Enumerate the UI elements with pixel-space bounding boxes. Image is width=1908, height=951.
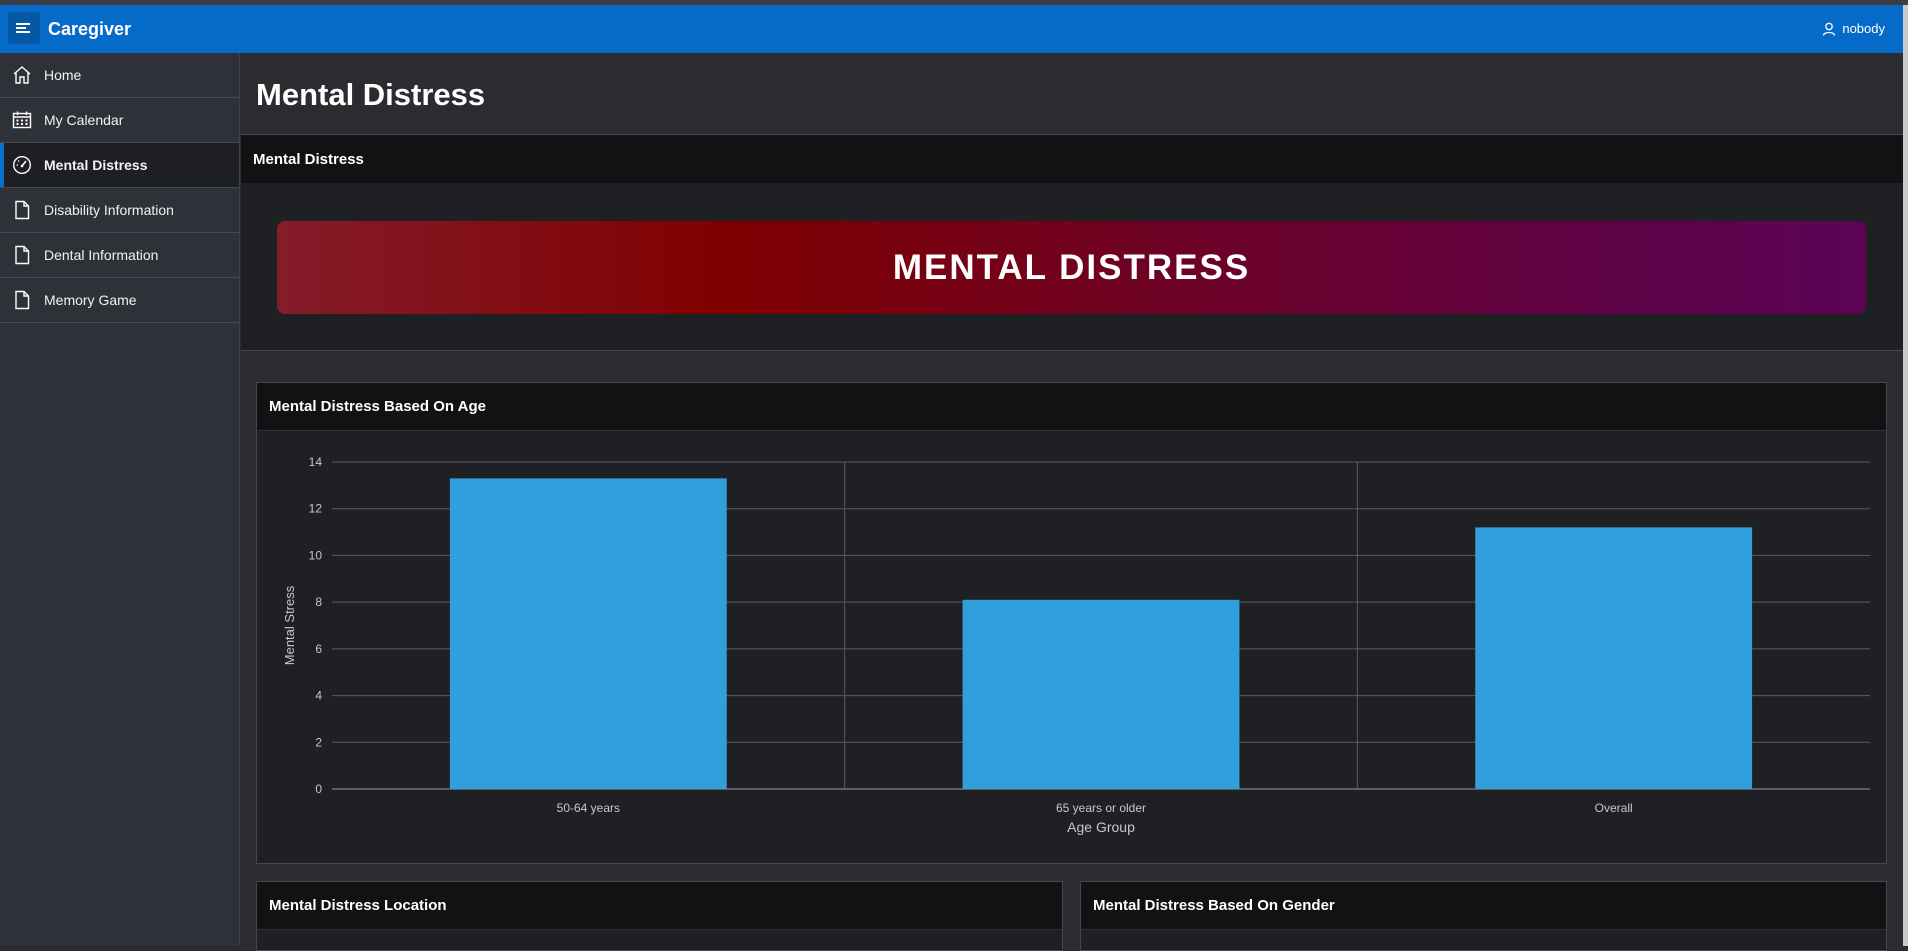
bar-65-years-or-older	[962, 599, 1240, 789]
page-scrollbar[interactable]	[1903, 5, 1908, 946]
sidebar-nav: Home My Calendar Mental Distress Disabil…	[0, 53, 240, 946]
file-icon	[12, 200, 32, 220]
home-icon	[12, 65, 32, 85]
sidebar-item-label: Mental Distress	[44, 157, 148, 173]
app-header: Caregiver nobody	[0, 5, 1903, 53]
sidebar-item-disability-information[interactable]: Disability Information	[0, 188, 239, 233]
y-tick-label: 8	[315, 595, 322, 609]
y-tick-label: 6	[315, 642, 322, 656]
file-icon	[12, 245, 32, 265]
gender-card-title: Mental Distress Based On Gender	[1081, 882, 1886, 930]
location-card: Mental Distress Location	[256, 881, 1063, 951]
region-title: Mental Distress	[241, 135, 1903, 183]
hero-region: Mental Distress MENTAL DISTRESS	[241, 134, 1903, 351]
x-tick-label: Overall	[1595, 801, 1633, 815]
menu-toggle-button[interactable]	[8, 12, 40, 44]
y-tick-label: 2	[315, 735, 322, 749]
sidebar-item-dental-information[interactable]: Dental Information	[0, 233, 239, 278]
bar-50-64-years	[449, 478, 727, 789]
sidebar-item-label: Home	[44, 67, 82, 83]
sidebar-item-label: Dental Information	[44, 247, 159, 263]
main-content: Mental Distress Mental Distress MENTAL D…	[241, 53, 1903, 951]
sidebar-item-label: Memory Game	[44, 292, 137, 308]
y-axis-title: Mental Stress	[282, 585, 297, 665]
age-bar-chart: 0 2 4 6 8 10 12 14 50-64 years 65 years or older O…	[282, 455, 1870, 835]
sidebar-item-my-calendar[interactable]: My Calendar	[0, 98, 239, 143]
location-card-title: Mental Distress Location	[257, 882, 1062, 930]
calendar-icon	[12, 110, 32, 130]
hamburger-icon	[16, 23, 30, 33]
chart-card-title: Mental Distress Based On Age	[257, 383, 1886, 431]
user-name: nobody	[1842, 21, 1885, 36]
page-title: Mental Distress	[256, 77, 486, 112]
y-tick-label: 4	[315, 689, 322, 703]
y-tick-label: 14	[309, 455, 323, 469]
sidebar-item-label: Disability Information	[44, 202, 174, 218]
gender-card: Mental Distress Based On Gender	[1080, 881, 1887, 951]
app-title[interactable]: Caregiver	[48, 19, 131, 40]
x-tick-label: 65 years or older	[1056, 801, 1146, 815]
x-axis-title: Age Group	[1067, 819, 1135, 835]
sidebar-item-mental-distress[interactable]: Mental Distress	[0, 143, 239, 188]
y-tick-label: 0	[315, 782, 322, 796]
sidebar-item-label: My Calendar	[44, 112, 124, 128]
sidebar-item-home[interactable]: Home	[0, 53, 239, 98]
y-tick-label: 12	[309, 502, 323, 516]
file-icon	[12, 290, 32, 310]
bar-overall	[1475, 527, 1753, 789]
mental-distress-banner: MENTAL DISTRESS	[277, 221, 1866, 314]
age-chart-card: Mental Distress Based On Age 0 2 4 6 8 10 12 14…	[256, 382, 1887, 864]
x-tick-label: 50-64 years	[557, 801, 620, 815]
sidebar-item-memory-game[interactable]: Memory Game	[0, 278, 239, 323]
user-menu[interactable]: nobody	[1822, 21, 1885, 36]
user-icon	[1823, 22, 1836, 36]
y-tick-label: 10	[309, 548, 323, 562]
gauge-icon	[12, 155, 32, 175]
